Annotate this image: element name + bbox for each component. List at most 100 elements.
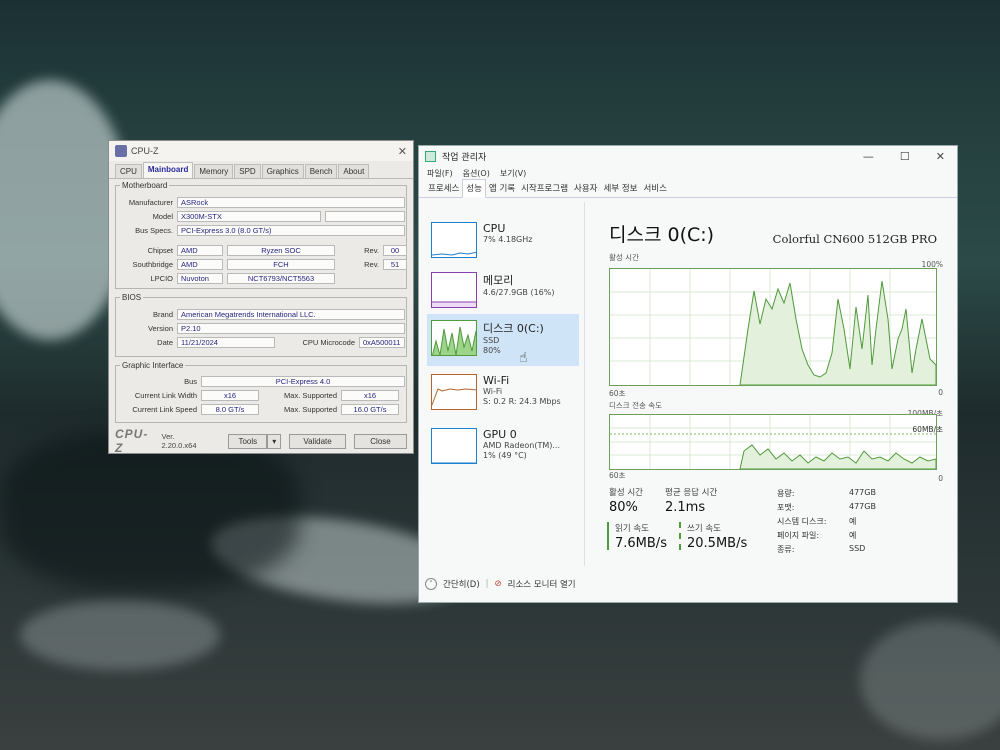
tab-app-history[interactable]: 앱 기록 xyxy=(486,180,518,197)
capacity-label: 용량: xyxy=(777,489,795,498)
read-speed-label: 읽기 속도 xyxy=(615,524,649,534)
gpu-thumbnail-graph xyxy=(432,462,476,463)
bus-specs-value: PCI-Express 3.0 (8.0 GT/s) xyxy=(177,225,405,236)
gi-bus-value: PCI-Express 4.0 xyxy=(201,376,405,387)
disk-detail-panel: 디스크 0(C:) Colorful CN600 512GB PRO 활성 시간… xyxy=(595,202,947,566)
cpuz-app-icon xyxy=(115,145,127,157)
minimize-icon[interactable]: — xyxy=(863,150,874,163)
task-manager-window: 작업 관리자 — ☐ ✕ 파일(F) 옵션(O) 보기(V) 프로세스 성능 앱… xyxy=(418,145,958,603)
tools-button[interactable]: Tools xyxy=(228,433,268,449)
bios-brand-label: Brand xyxy=(152,310,173,319)
validate-button[interactable]: Validate xyxy=(289,433,346,449)
active-time-stat-label: 활성 시간 xyxy=(609,488,643,498)
memory-thumbnail xyxy=(431,272,477,308)
tab-about[interactable]: About xyxy=(338,164,370,178)
sidebar-item-wifi[interactable]: Wi-Fi Wi-Fi S: 0.2 R: 24.3 Mbps xyxy=(427,368,579,422)
menu-options[interactable]: 옵션(O) xyxy=(463,168,490,179)
read-speed-value: 7.6MB/s xyxy=(615,536,667,551)
chevron-up-icon[interactable]: ˄ xyxy=(425,578,437,590)
close-button[interactable]: Close xyxy=(354,433,407,449)
cpuz-title: CPU-Z xyxy=(131,146,159,156)
fewer-details-link[interactable]: 간단히(D) xyxy=(443,578,480,590)
sidebar-item-gpu[interactable]: GPU 0 AMD Radeon(TM)... 1% (49 °C) xyxy=(427,422,579,476)
microcode-value: 0xA500011 xyxy=(359,337,405,348)
sidebar-gpu-sub2: 1% (49 °C) xyxy=(483,451,527,460)
formatted-value: 477GB xyxy=(849,502,876,511)
bios-version-value: P2.10 xyxy=(177,323,405,334)
link-speed-value: 8.0 GT/s xyxy=(201,404,259,415)
tm-menubar: 파일(F) 옵션(O) 보기(V) xyxy=(419,166,957,180)
cpuz-version: Ver. 2.20.0.x64 xyxy=(161,432,197,450)
close-icon[interactable]: ✕ xyxy=(936,150,945,163)
bios-date-label: Date xyxy=(157,338,173,347)
active-time-stat-value: 80% xyxy=(609,500,638,515)
tab-graphics[interactable]: Graphics xyxy=(261,164,304,178)
sidebar-item-cpu[interactable]: CPU 7% 4.18GHz xyxy=(427,216,579,266)
read-speed-indicator xyxy=(607,522,609,550)
tab-services[interactable]: 서비스 xyxy=(640,180,669,197)
bios-date-value: 11/21/2024 xyxy=(177,337,275,348)
wallpaper-wave xyxy=(20,600,220,670)
cpu-thumbnail-graph xyxy=(432,251,476,256)
tab-spd[interactable]: SPD xyxy=(234,164,261,178)
maximize-icon[interactable]: ☐ xyxy=(900,150,910,163)
tab-details[interactable]: 세부 정보 xyxy=(600,180,640,197)
cpuz-window: CPU-Z ✕ CPU Mainboard Memory SPD Graphic… xyxy=(108,140,414,455)
resource-monitor-icon: ⊘ xyxy=(494,579,502,589)
footer-divider: | xyxy=(485,579,489,589)
tm-title: 작업 관리자 xyxy=(442,152,487,163)
tab-cpu[interactable]: CPU xyxy=(115,164,142,178)
link-speed-label: Current Link Speed xyxy=(132,405,197,414)
active-time-graph-svg xyxy=(610,269,937,386)
transfer-rate-graph xyxy=(609,414,937,470)
close-icon[interactable]: ✕ xyxy=(398,145,407,158)
transfer-graph-mid: 60MB/초 xyxy=(912,425,943,434)
tab-processes[interactable]: 프로세스 xyxy=(425,180,462,197)
sidebar-memory-title: 메모리 xyxy=(483,274,514,287)
write-speed-value: 20.5MB/s xyxy=(687,536,748,551)
menu-file[interactable]: 파일(F) xyxy=(427,168,453,179)
disk-model: Colorful CN600 512GB PRO xyxy=(772,232,937,246)
lpcio-name: NCT6793/NCT5563 xyxy=(227,273,335,284)
sidebar-wifi-sub1: Wi-Fi xyxy=(483,387,503,396)
avg-response-label: 평균 응답 시간 xyxy=(665,488,718,498)
wifi-thumbnail xyxy=(431,374,477,410)
cpuz-logo: CPU-Z xyxy=(115,427,149,455)
cpuz-titlebar[interactable]: CPU-Z ✕ xyxy=(109,141,413,161)
transfer-rate-graph-svg xyxy=(610,415,937,470)
max-speed-label: Max. Supported xyxy=(284,405,337,414)
tab-startup[interactable]: 시작프로그램 xyxy=(518,180,571,197)
cpuz-footer: CPU-Z Ver. 2.20.0.x64 Tools ▾ Validate C… xyxy=(109,427,413,455)
sidebar-item-disk[interactable]: 디스크 0(C:) SSD 80% xyxy=(427,314,579,366)
southbridge-label: Southbridge xyxy=(132,260,173,269)
sidebar-gpu-sub1: AMD Radeon(TM)... xyxy=(483,441,560,450)
resource-monitor-link[interactable]: 리소스 모니터 열기 xyxy=(508,578,576,590)
sidebar-item-memory[interactable]: 메모리 4.6/27.9GB (16%) xyxy=(427,266,579,316)
triangle-down-icon: ▾ xyxy=(272,436,277,446)
system-disk-value: 예 xyxy=(849,517,857,526)
chipset-rev-label: Rev. xyxy=(364,246,379,255)
microcode-label: CPU Microcode xyxy=(302,338,355,347)
tab-memory[interactable]: Memory xyxy=(194,164,234,178)
type-value: SSD xyxy=(849,544,866,553)
gi-bus-label: Bus xyxy=(184,377,197,386)
sidebar-wifi-title: Wi-Fi xyxy=(483,374,510,387)
menu-view[interactable]: 보기(V) xyxy=(500,168,526,179)
page-file-label: 페이지 파일: xyxy=(777,531,820,540)
tab-users[interactable]: 사용자 xyxy=(571,180,600,197)
tab-bench[interactable]: Bench xyxy=(304,164,338,178)
wallpaper-wave xyxy=(860,620,1000,740)
tab-performance[interactable]: 성능 xyxy=(462,179,486,198)
model-value: X300M-STX xyxy=(177,211,321,222)
tab-mainboard[interactable]: Mainboard xyxy=(142,162,194,178)
wifi-thumbnail-graph xyxy=(432,388,476,406)
chipset-label: Chipset xyxy=(147,246,173,255)
max-width-label: Max. Supported xyxy=(284,391,337,400)
tools-dropdown-button[interactable]: ▾ xyxy=(267,433,282,449)
southbridge-rev-value: 51 xyxy=(383,259,407,270)
bios-brand-value: American Megatrends International LLC. xyxy=(177,309,405,320)
tm-titlebar[interactable]: 작업 관리자 — ☐ ✕ xyxy=(419,146,957,166)
max-speed-value: 16.0 GT/s xyxy=(341,404,399,415)
sidebar-disk-sub2: 80% xyxy=(483,346,501,355)
tm-footer: ˄ 간단히(D) | ⊘ 리소스 모니터 열기 xyxy=(419,566,957,602)
